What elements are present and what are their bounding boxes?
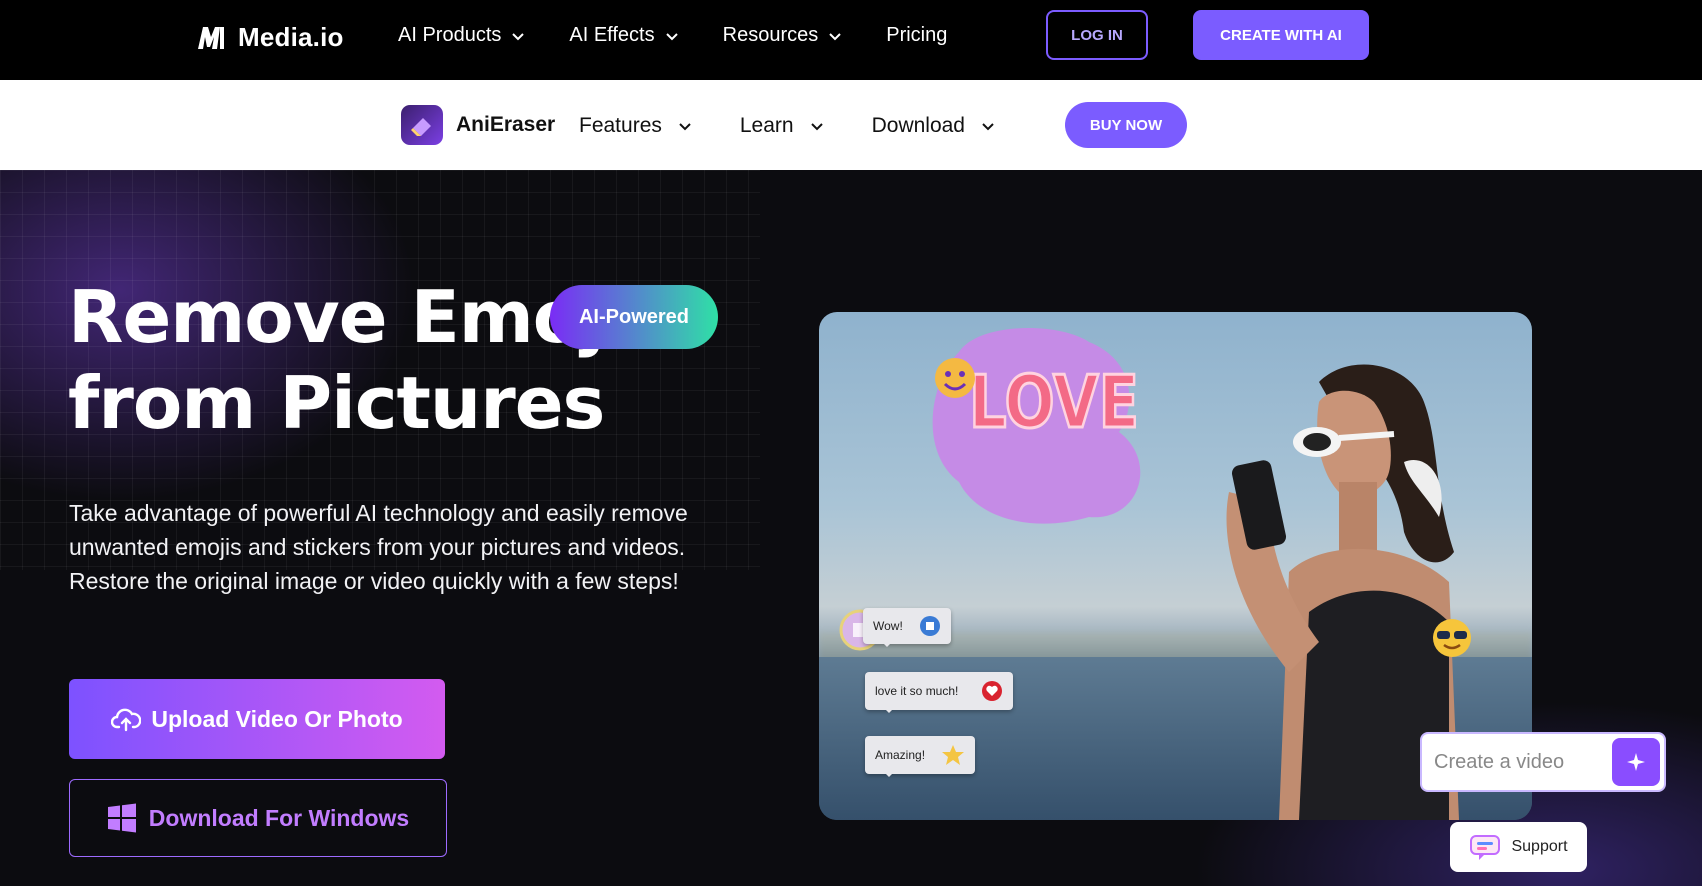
- bubble-text: Amazing!: [875, 748, 926, 762]
- create-with-ai-button[interactable]: CREATE WITH AI: [1193, 10, 1369, 60]
- anieraser-brand[interactable]: AniEraser: [401, 105, 555, 145]
- nav-label: AI Products: [398, 24, 502, 46]
- subnav-download[interactable]: Download: [872, 114, 995, 138]
- chat-support-icon: [1470, 835, 1501, 860]
- nav-label: AI Effects: [569, 24, 655, 46]
- anieraser-logo-icon: [401, 105, 443, 145]
- bubble-text: Wow!: [873, 619, 903, 633]
- brand-name: Media.io: [238, 22, 344, 52]
- sunglasses-emoji-icon: [1433, 619, 1471, 657]
- subnav-features[interactable]: Features: [579, 114, 692, 138]
- subnav-label: Features: [579, 114, 662, 137]
- chevron-down-icon: [982, 123, 994, 131]
- buy-now-button[interactable]: BUY NOW: [1065, 102, 1187, 148]
- create-video-box: Create a video: [1420, 732, 1666, 792]
- star-icon: [942, 745, 964, 765]
- chevron-down-icon: [829, 32, 841, 40]
- nav-pricing[interactable]: Pricing: [886, 24, 947, 47]
- chevron-down-icon: [665, 32, 678, 40]
- support-button[interactable]: Support: [1450, 822, 1587, 872]
- nav-ai-effects[interactable]: AI Effects: [569, 24, 678, 47]
- upload-button[interactable]: Upload Video Or Photo: [69, 679, 445, 759]
- cloud-upload-icon: [111, 708, 142, 732]
- chat-bubble-love: love it so much!: [865, 672, 1013, 713]
- nav-ai-products[interactable]: AI Products: [398, 24, 525, 47]
- chat-bubble-wow: Wow!: [863, 608, 951, 647]
- mediaio-brand[interactable]: Media.io: [196, 22, 344, 53]
- bubble-text: love it so much!: [875, 684, 959, 698]
- hero-description: Take advantage of powerful AI technology…: [69, 500, 688, 594]
- title-line-2: from Pictures: [68, 361, 605, 445]
- title-line-1: Remove Emoji: [68, 275, 630, 359]
- sparkle-icon: [1627, 753, 1645, 771]
- subnav-menu: Features Learn Download: [579, 114, 995, 138]
- love-sticker-text: LOVE: [969, 360, 1139, 444]
- nav-label: Resources: [722, 24, 819, 46]
- heart-icon: [982, 681, 1002, 701]
- download-windows-button[interactable]: Download For Windows: [69, 779, 447, 857]
- upload-label: Upload Video Or Photo: [151, 705, 403, 732]
- top-navbar: Media.io AI Products AI Effects Resource…: [0, 0, 1702, 80]
- subnav-learn[interactable]: Learn: [740, 114, 824, 138]
- generate-button[interactable]: [1612, 738, 1660, 786]
- chevron-down-icon: [810, 123, 823, 131]
- product-subnav: AniEraser Features Learn Download BUY NO…: [0, 80, 1702, 170]
- chat-bubble-amazing: Amazing!: [865, 736, 975, 777]
- support-label: Support: [1511, 838, 1568, 855]
- love-sticker: LOVE: [932, 328, 1141, 524]
- windows-icon: [107, 803, 136, 833]
- nav-resources[interactable]: Resources: [723, 24, 843, 47]
- download-label: Download For Windows: [148, 804, 410, 831]
- chevron-down-icon: [512, 32, 525, 40]
- like-icon: [920, 616, 940, 636]
- product-name: AniEraser: [456, 113, 556, 136]
- subnav-label: Download: [871, 114, 965, 137]
- page-title: Remove Emoji from Pictures: [68, 274, 630, 446]
- create-video-input[interactable]: Create a video: [1434, 751, 1612, 774]
- chevron-down-icon: [679, 123, 691, 131]
- nav-label: Pricing: [886, 24, 948, 46]
- mediaio-logo-icon: [196, 24, 226, 52]
- ai-powered-badge: AI-Powered: [550, 285, 718, 349]
- top-nav: AI Products AI Effects Resources Pricing: [398, 24, 947, 47]
- subnav-label: Learn: [739, 114, 794, 137]
- login-button[interactable]: LOG IN: [1046, 10, 1148, 60]
